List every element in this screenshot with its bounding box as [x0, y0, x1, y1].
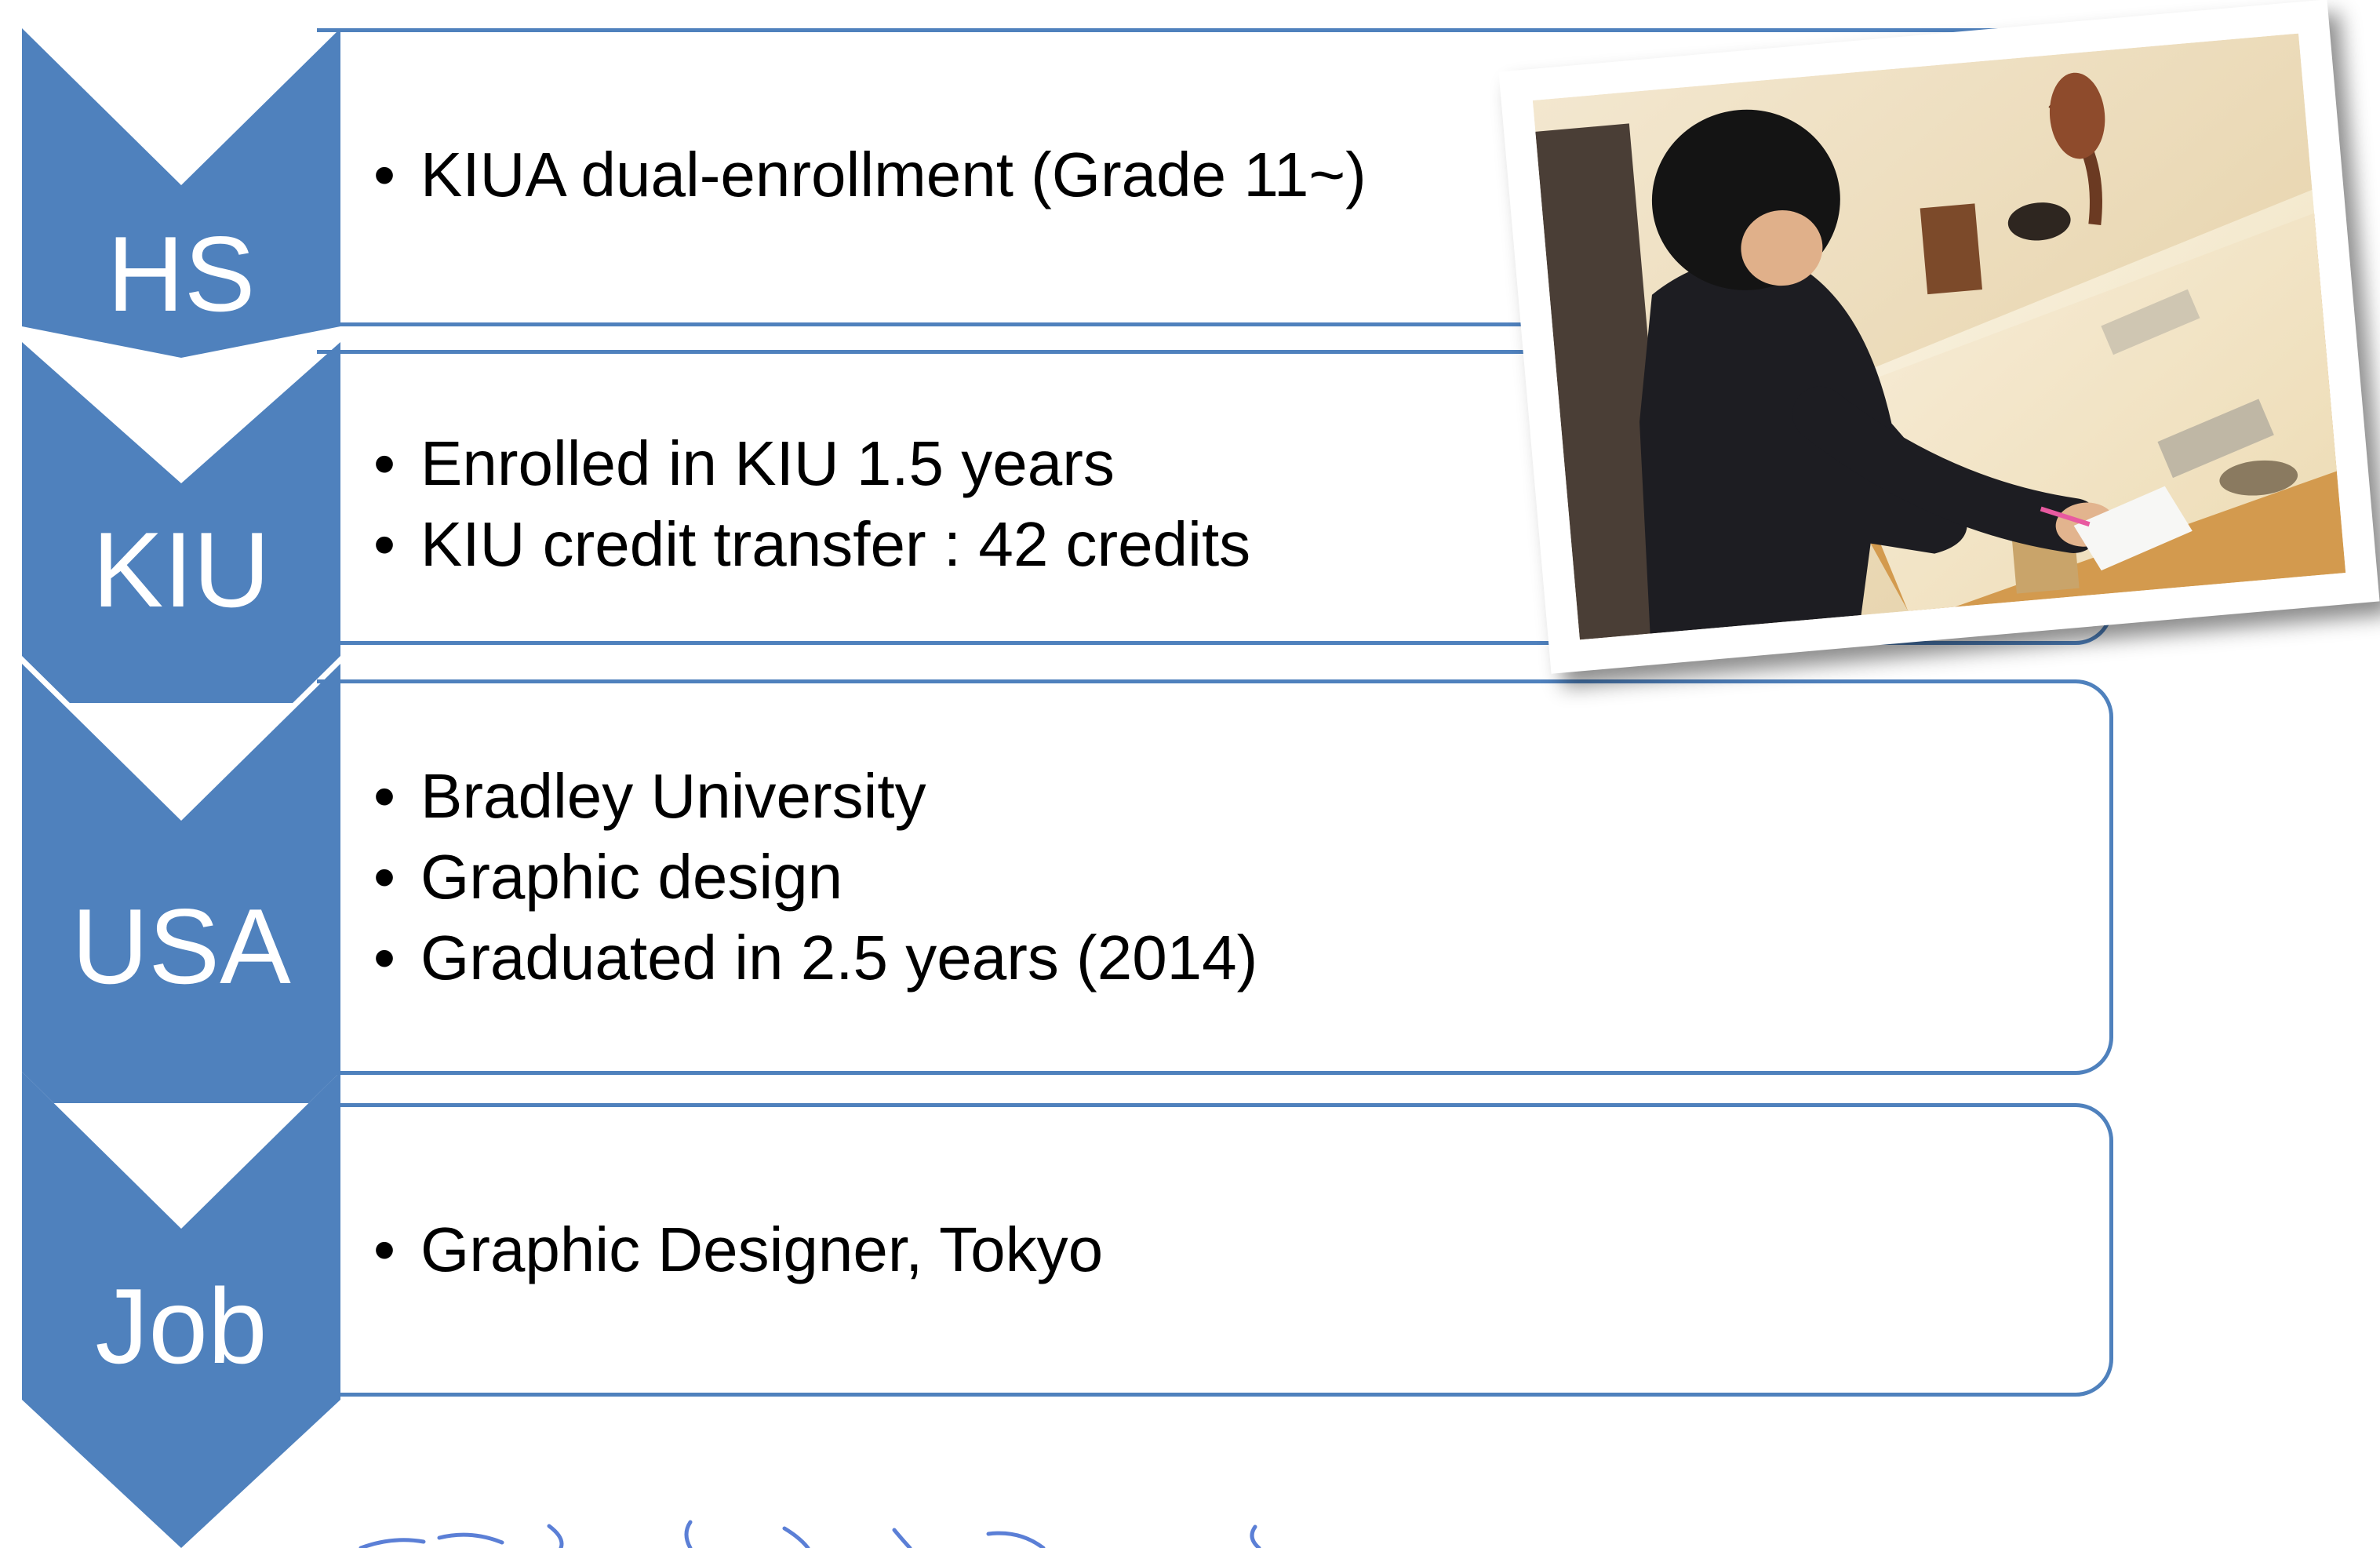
- process-diagram: KIUA dual-enrollment (Grade 11~) Enrolle…: [0, 0, 2380, 1548]
- handwriting-scribble-icon: [358, 1520, 1261, 1548]
